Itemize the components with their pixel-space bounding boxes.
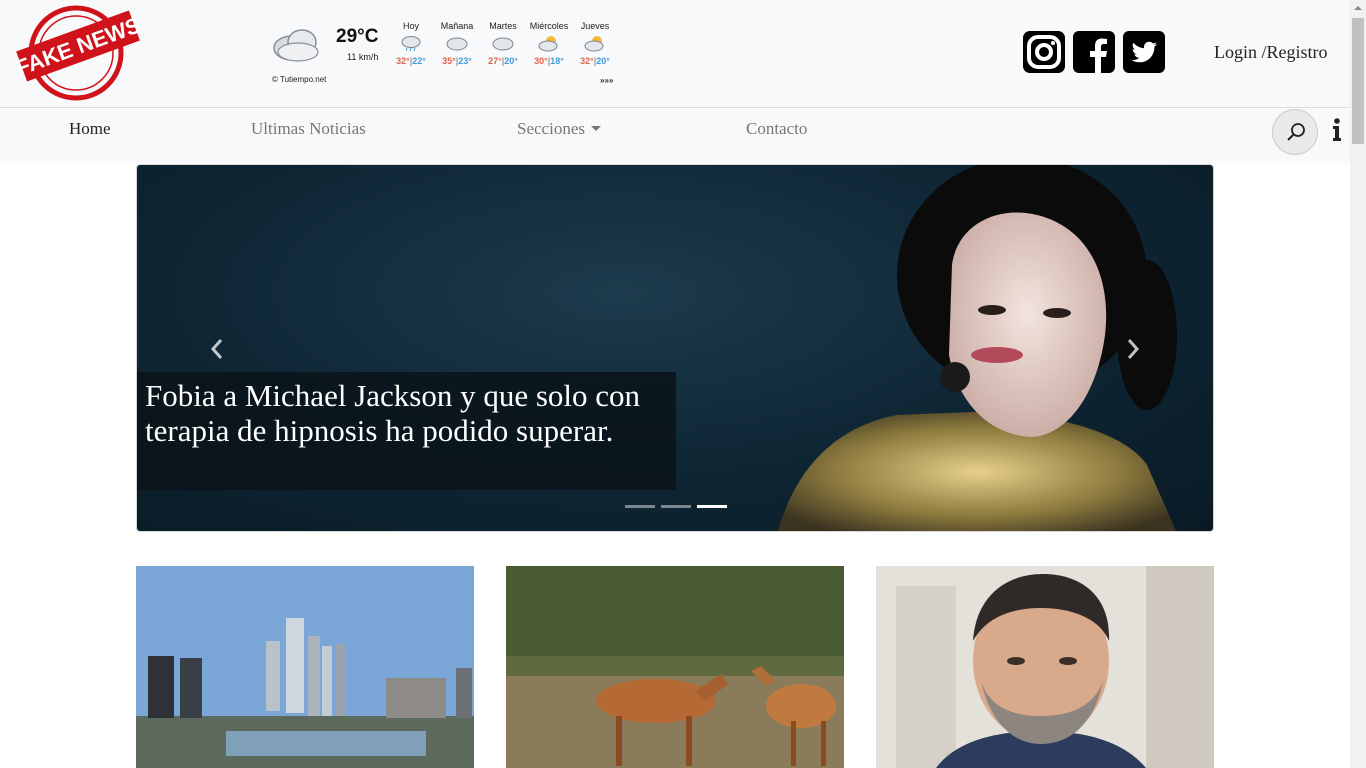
cloud-icon: [445, 34, 469, 52]
login-register-link[interactable]: Login /Registro: [1214, 42, 1328, 63]
search-icon: [1287, 123, 1305, 141]
rain-cloud-icon: [399, 34, 423, 52]
sun-cloud-icon: [583, 34, 607, 52]
hero-headline[interactable]: Fobia a Michael Jackson y que solo con t…: [145, 378, 668, 448]
forecast-day-name: Martes: [489, 21, 517, 31]
weather-more-link[interactable]: »»»: [600, 76, 613, 85]
forecast-temps: 27°|20°: [488, 56, 518, 66]
vertical-scrollbar[interactable]: [1350, 0, 1366, 768]
forecast-day: Mañana 35°|23°: [432, 21, 482, 66]
info-icon[interactable]: [1329, 117, 1345, 143]
news-card[interactable]: [136, 566, 474, 768]
chevron-down-icon: [590, 126, 601, 131]
partly-cloudy-icon: [270, 22, 322, 64]
news-card[interactable]: [506, 566, 844, 768]
bearded-man-portrait-image: [876, 566, 1214, 768]
forecast-temps: 30°|18°: [534, 56, 564, 66]
current-temperature: 29°C: [336, 26, 379, 47]
carousel-indicator-2[interactable]: [661, 505, 691, 508]
forecast-day-name: Mañana: [440, 21, 474, 31]
wind-speed: 11 km/h: [347, 52, 379, 62]
nav-latest-news[interactable]: Ultimas Noticias: [251, 119, 366, 139]
nav-sections-label: Secciones: [517, 119, 585, 138]
forecast-day-name: Miércoles: [529, 21, 569, 31]
city-skyline-image: [136, 566, 474, 768]
carousel-indicator-1[interactable]: [625, 505, 655, 508]
forecast-day: Miércoles 30°|18°: [524, 21, 574, 66]
forecast-temps: 32°|20°: [580, 56, 610, 66]
nav-sections-dropdown[interactable]: Secciones: [517, 119, 601, 139]
fake-news-logo[interactable]: FAKE NEWS: [12, 4, 144, 102]
hero-caption[interactable]: Fobia a Michael Jackson y que solo con t…: [137, 372, 676, 490]
facebook-icon[interactable]: [1073, 31, 1115, 73]
top-header: FAKE NEWS 29°C 11 km/h © Tutiempo.net Ho…: [0, 0, 1350, 108]
antelopes-image: [506, 566, 844, 768]
instagram-icon[interactable]: [1023, 31, 1065, 73]
scrollbar-thumb[interactable]: [1352, 18, 1364, 144]
chevron-left-icon: [210, 339, 223, 359]
nav-contact[interactable]: Contacto: [746, 119, 807, 139]
forecast-temps: 32°|22°: [396, 56, 426, 66]
forecast-day: Martes 27°|20°: [478, 21, 528, 66]
forecast-day: Jueves 32°|20°: [570, 21, 620, 66]
hero-carousel[interactable]: Fobia a Michael Jackson y que solo con t…: [136, 164, 1214, 532]
carousel-next-button[interactable]: [1123, 336, 1143, 362]
forecast-day-name: Jueves: [580, 21, 610, 31]
carousel-prev-button[interactable]: [207, 336, 227, 362]
weather-credit[interactable]: © Tutiempo.net: [272, 75, 326, 84]
twitter-icon[interactable]: [1123, 31, 1165, 73]
main-navbar: Home Ultimas Noticias Secciones Contacto: [0, 109, 1350, 163]
cloud-icon: [491, 34, 515, 52]
sun-cloud-icon: [537, 34, 561, 52]
forecast-day: Hoy 32°|22°: [386, 21, 436, 66]
chevron-right-icon: [1127, 339, 1140, 359]
forecast-day-name: Hoy: [402, 21, 419, 31]
scroll-up-arrow-icon[interactable]: [1350, 0, 1366, 17]
news-card[interactable]: [876, 566, 1214, 768]
carousel-indicator-3-active[interactable]: [697, 505, 727, 508]
forecast-temps: 35°|23°: [442, 56, 472, 66]
nav-home[interactable]: Home: [69, 119, 111, 139]
weather-widget[interactable]: 29°C 11 km/h © Tutiempo.net Hoy 32°|22° …: [268, 18, 628, 90]
search-button[interactable]: [1272, 109, 1318, 155]
